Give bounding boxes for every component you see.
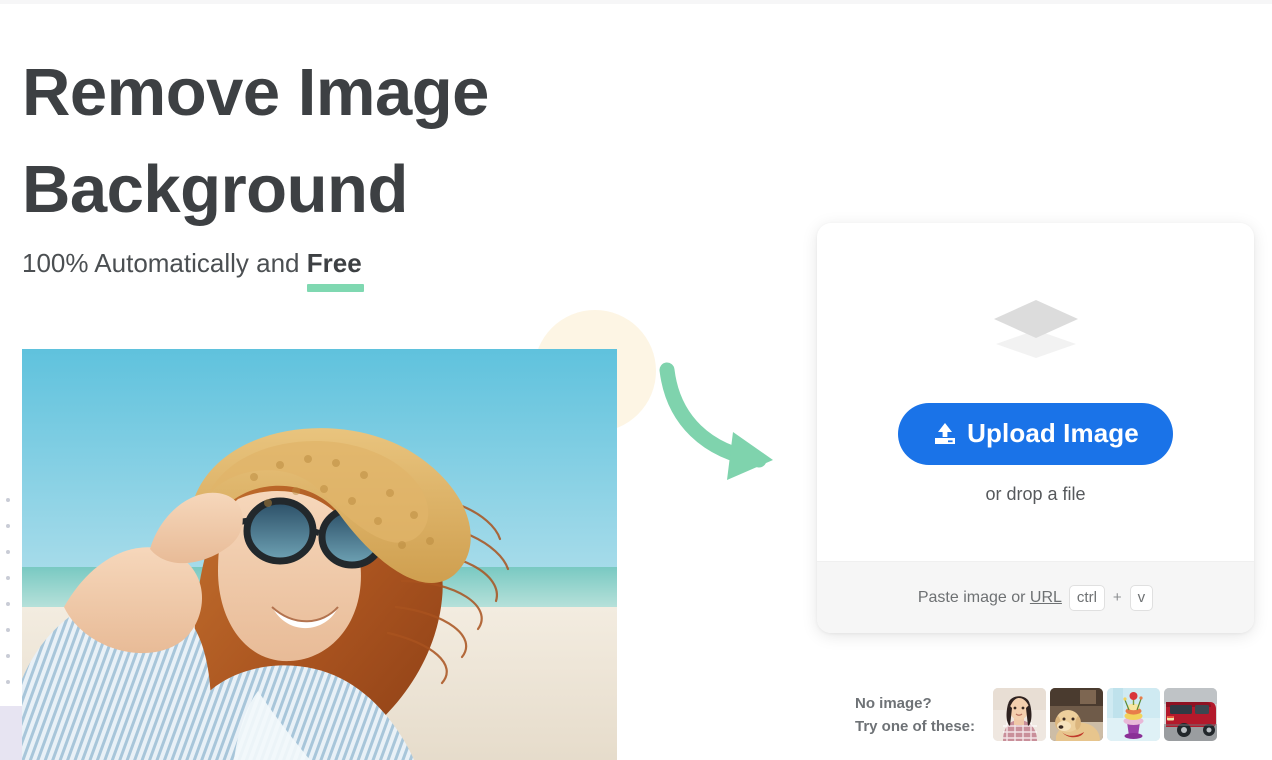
key-plus: + xyxy=(1112,589,1122,606)
sample-images-section: No image? Try one of these: xyxy=(855,688,1218,741)
subtitle-prefix: 100% Automatically and xyxy=(22,248,307,278)
key-ctrl: ctrl xyxy=(1068,584,1105,611)
sample-images-label: No image? Try one of these: xyxy=(855,692,975,738)
key-v: v xyxy=(1129,584,1154,611)
upload-arrow-icon xyxy=(932,421,958,447)
sample-thumbnail-list xyxy=(993,688,1218,741)
dot xyxy=(6,576,10,580)
upload-card[interactable]: Upload Image or drop a file Paste image … xyxy=(817,223,1254,633)
dot xyxy=(6,602,10,606)
decorative-dot-column xyxy=(6,498,10,684)
page-root: Remove Image Background 100% Automatical… xyxy=(0,0,1272,760)
drop-zone[interactable]: Upload Image or drop a file xyxy=(817,223,1254,561)
curved-arrow-icon xyxy=(655,360,785,490)
top-strip xyxy=(0,0,1272,4)
dot xyxy=(6,654,10,658)
page-title: Remove Image Background xyxy=(22,44,662,238)
hero-photo xyxy=(22,349,617,760)
upload-image-button-label: Upload Image xyxy=(967,418,1139,448)
subtitle-highlight-free: Free xyxy=(306,248,364,292)
sample-thumb-woman-plaid[interactable] xyxy=(993,688,1047,741)
paste-footer: Paste image or URL ctrl + v xyxy=(817,561,1254,633)
page-title-line-2: Background xyxy=(22,152,408,227)
dot xyxy=(6,550,10,554)
sample-thumb-dessert[interactable] xyxy=(1107,688,1161,741)
dot xyxy=(6,498,10,502)
sample-label-line-1: No image? xyxy=(855,694,932,712)
sample-thumb-golden-retriever[interactable] xyxy=(1050,688,1104,741)
page-title-line-1: Remove Image xyxy=(22,55,489,130)
sample-thumb-red-suv[interactable] xyxy=(1164,688,1218,741)
page-subtitle: 100% Automatically and Free xyxy=(22,248,364,292)
paste-url-link[interactable]: URL xyxy=(1030,589,1062,606)
paste-instruction: Paste image or URL xyxy=(918,589,1062,607)
stacked-layers-icon xyxy=(988,296,1084,367)
upload-image-button[interactable]: Upload Image xyxy=(898,402,1173,465)
paste-instruction-text: Paste image or xyxy=(917,588,1030,606)
dot xyxy=(6,524,10,528)
dot xyxy=(6,628,10,632)
drop-file-hint: or drop a file xyxy=(985,483,1086,504)
sample-label-line-2: Try one of these: xyxy=(855,717,976,735)
dot xyxy=(6,680,10,684)
